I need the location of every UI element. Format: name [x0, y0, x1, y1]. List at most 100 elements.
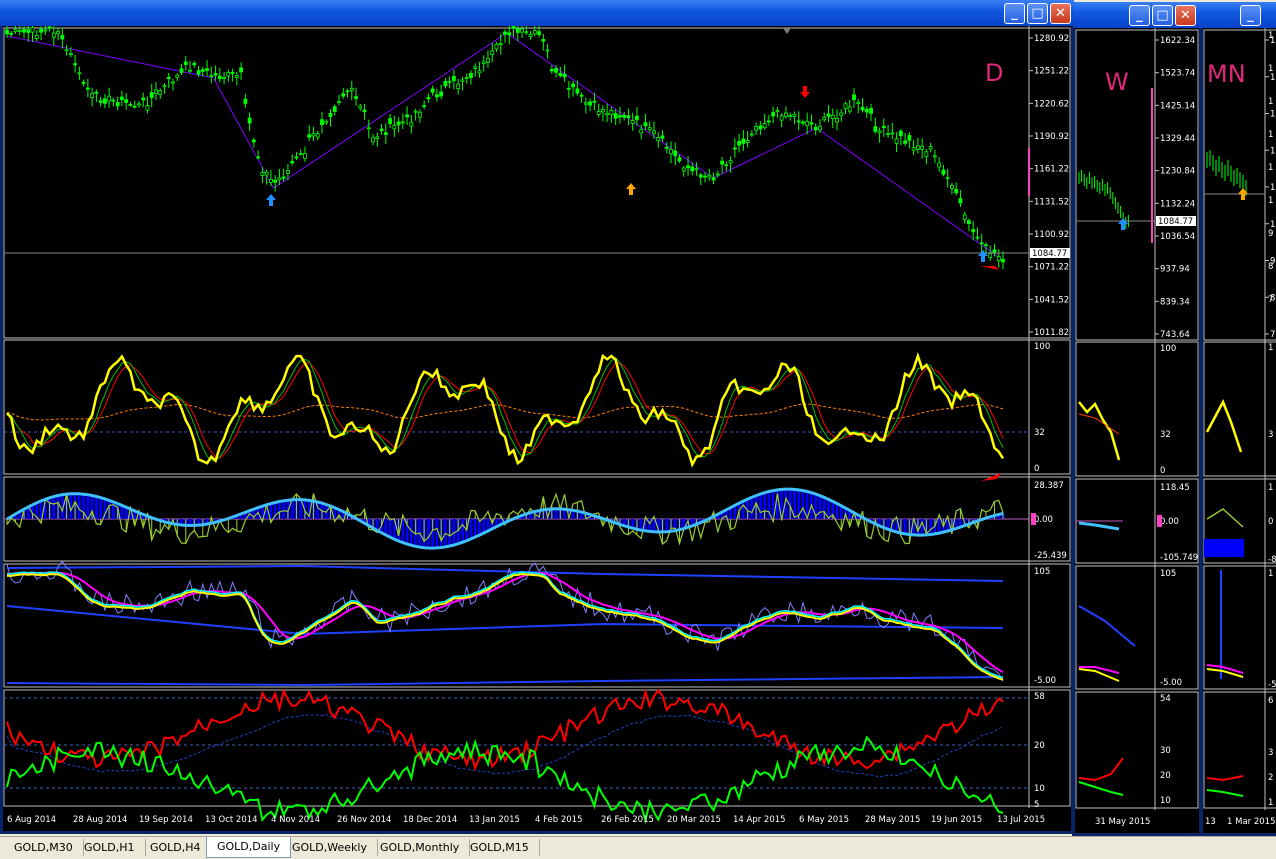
candle-body — [460, 79, 465, 82]
price-tick-label: 1 — [1268, 196, 1273, 206]
candle-body — [39, 28, 43, 33]
candle-body — [13, 28, 18, 33]
candle-body — [822, 116, 827, 121]
candle-body — [158, 90, 163, 96]
close-button[interactable]: ✕ — [1175, 5, 1196, 26]
adx-line — [6, 713, 1004, 778]
candle-body — [358, 105, 363, 109]
candle-body — [26, 29, 31, 33]
price-tick-label: 1280.92 — [1034, 34, 1069, 44]
pane-frame-1 — [1075, 341, 1199, 477]
candle-body — [239, 67, 244, 73]
daily-chart-window[interactable]: _ □ ✕ 1280.92 1251.22 1220.62 1190.92 1161.2… — [0, 0, 1074, 834]
candle-body — [520, 28, 524, 33]
candle-body — [711, 177, 716, 181]
candle-body — [928, 146, 933, 150]
maximize-button[interactable]: □ — [1152, 5, 1173, 26]
tab-gold-m30[interactable]: GOLD,M30 — [4, 839, 84, 856]
candle-body — [298, 152, 303, 155]
weekly-chart-area[interactable]: 1622.34 1523.74 1425.14 1329.44 1230.84 1132.… — [1075, 28, 1199, 833]
candle-body — [149, 92, 154, 98]
candle-body — [268, 178, 273, 183]
minimize-button[interactable]: _ — [1129, 5, 1150, 26]
candle-body — [758, 125, 763, 130]
maximize-button[interactable]: □ — [1027, 3, 1048, 24]
candle-body — [915, 145, 920, 150]
current-price-label: 1084.77 — [1032, 249, 1067, 259]
candle-body — [111, 99, 116, 102]
candle-body — [273, 179, 278, 183]
candle-body — [481, 61, 486, 64]
osc-main-line — [1078, 401, 1121, 461]
tab-gold-h4[interactable]: GOLD,H4 — [140, 839, 212, 856]
tab-gold-monthly[interactable]: GOLD,Monthly — [370, 839, 471, 856]
weekly-chart-window[interactable]: _ □ ✕ 1622.34 1523.74 1425.14 1329.44 1230.8… — [1072, 2, 1202, 836]
candle-body — [137, 103, 141, 106]
candle-body — [392, 125, 397, 130]
monthly-chart-window[interactable]: _ 1 1 1 1 1 1 9 8 7 MN 1 1 1 1 1 1 9 8 7 1 3 1 0 -8 1 -5 6 3 2 1 13 1 M… — [1200, 2, 1276, 836]
macd-tick-label: 0.00 — [1034, 515, 1053, 525]
candle-body — [286, 170, 290, 174]
current-price-label: 1084.77 — [1158, 217, 1193, 227]
daily-chart-area[interactable]: 1280.92 1251.22 1220.62 1190.92 1161.22 1131.… — [3, 20, 1071, 831]
candle-body — [388, 118, 392, 124]
date-axis-label: 13 — [1205, 817, 1216, 827]
adx-tick-label: 1 — [1268, 798, 1273, 808]
candle-body — [622, 114, 627, 118]
candle-body — [303, 153, 307, 159]
minimize-button[interactable]: _ — [1240, 5, 1261, 26]
candle-body — [171, 81, 175, 84]
osc-signal-line — [6, 362, 1004, 459]
date-axis-label: 19 Sep 2014 — [139, 815, 193, 825]
signal-arrow-icon — [626, 183, 636, 195]
candle-body — [17, 29, 22, 32]
monthly-window-titlebar[interactable]: _ — [1200, 2, 1276, 28]
daily-window-titlebar[interactable]: _ □ ✕ — [0, 0, 1074, 26]
stoch-tick-label: -5.00 — [1160, 678, 1182, 688]
candle-body — [771, 112, 776, 117]
adx-tick-label: 3 — [1268, 748, 1273, 758]
trend-arrow-icon — [981, 266, 999, 270]
candle-body — [469, 72, 473, 78]
candle-body — [643, 122, 648, 127]
band-upper-line — [1078, 605, 1136, 647]
candle-body — [588, 101, 593, 106]
price-tick-label: 1161.22 — [1034, 165, 1069, 175]
tab-gold-m15[interactable]: GOLD,M15 — [460, 839, 540, 856]
monthly-chart-area[interactable]: 1 1 1 1 1 1 9 8 7 MN 1 1 1 1 1 1 9 8 7 1 3 1 0 -8 1 -5 6 3 2 1 13 1 Mar… — [1203, 28, 1276, 833]
candle-body — [213, 73, 218, 76]
timeframe-label: W — [1105, 68, 1129, 96]
candle-body — [566, 87, 571, 90]
minimize-button[interactable]: _ — [1004, 3, 1025, 24]
price-tick-label: 1071.22 — [1034, 263, 1069, 273]
candle-body — [932, 155, 937, 158]
price-tick-label: 1 — [1268, 97, 1273, 107]
weekly-window-titlebar[interactable]: _ □ ✕ — [1072, 2, 1202, 28]
candle-body — [775, 110, 780, 112]
candle-body — [835, 118, 839, 123]
tab-gold-weekly[interactable]: GOLD,Weekly — [282, 839, 378, 856]
candle-body — [98, 100, 103, 103]
candle-body — [64, 49, 69, 52]
date-axis-label: 20 Mar 2015 — [667, 815, 721, 825]
candle-body — [141, 97, 146, 101]
candle-body — [639, 129, 644, 134]
candle-body — [962, 214, 967, 220]
osc-tick-label: 32 — [1034, 428, 1045, 438]
macd-tick-label: 0.00 — [1160, 517, 1179, 527]
tab-gold-daily[interactable]: GOLD,Daily — [206, 837, 292, 858]
candle-body — [81, 81, 86, 84]
candle-body — [443, 80, 448, 87]
candle-body — [613, 113, 618, 119]
candle-body — [903, 140, 908, 144]
tab-gold-h1[interactable]: GOLD,H1 — [74, 839, 146, 856]
adx-minus-line — [1078, 757, 1124, 782]
candle-body — [94, 91, 99, 94]
candle-body — [856, 101, 861, 105]
date-axis-label: 4 Feb 2015 — [535, 815, 583, 825]
close-button[interactable]: ✕ — [1050, 3, 1071, 24]
date-axis-label: 26 Nov 2014 — [337, 815, 391, 825]
price-tick-label: 1041.52 — [1034, 295, 1069, 305]
candle-body — [732, 147, 737, 150]
adx-tick-label: 58 — [1034, 692, 1045, 702]
